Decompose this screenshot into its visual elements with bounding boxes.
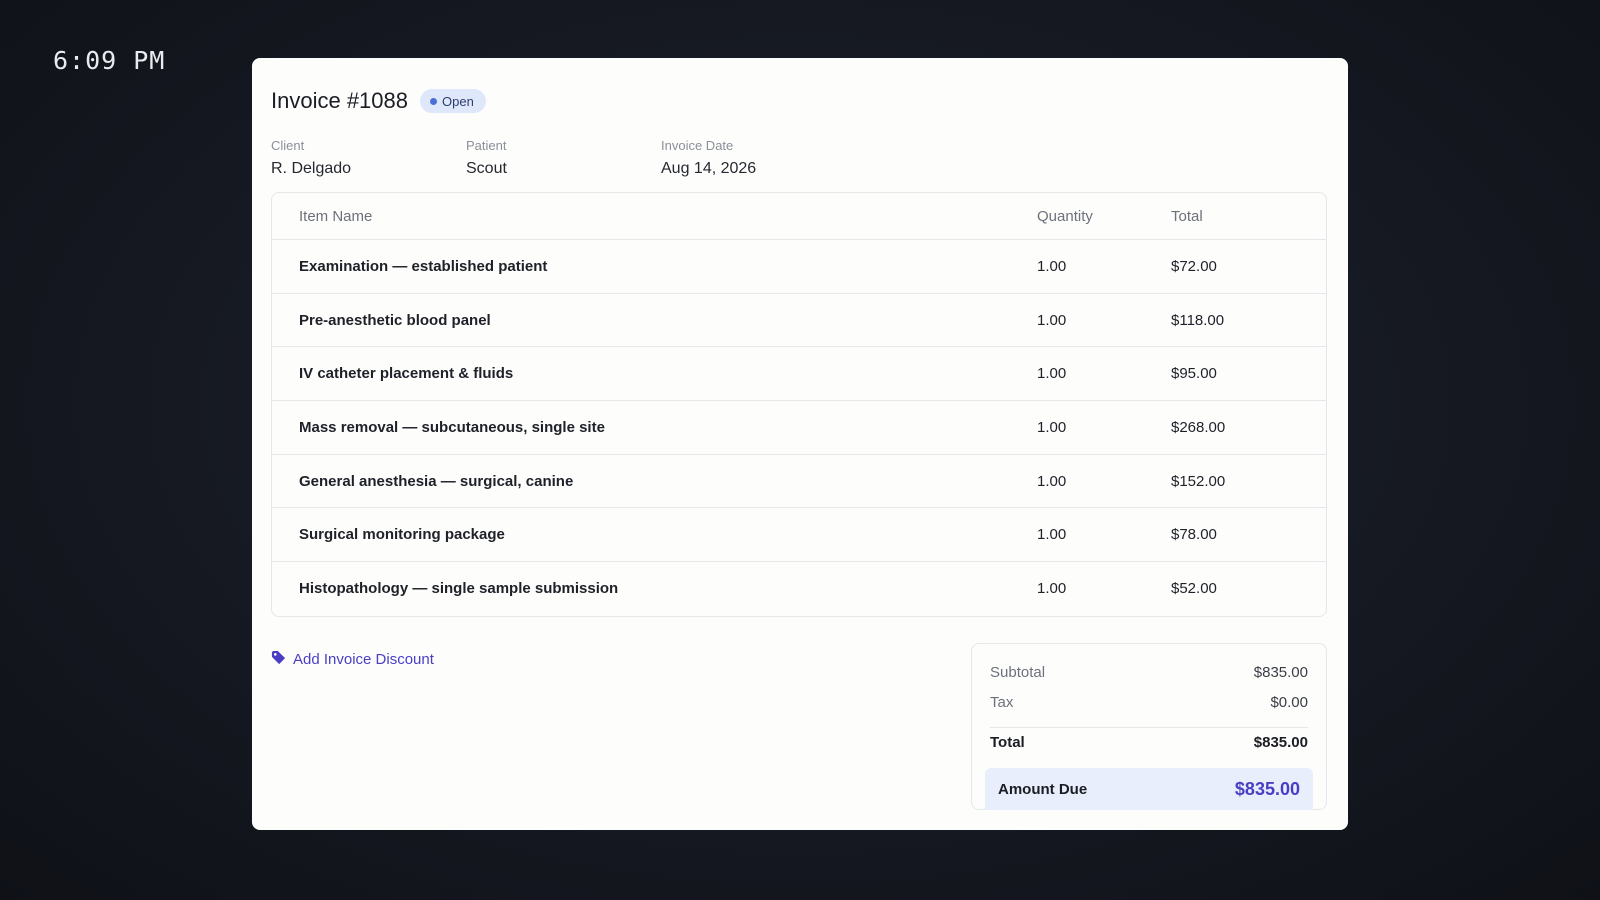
- add-invoice-discount-link[interactable]: Add Invoice Discount: [271, 650, 434, 669]
- item-quantity: 1.00: [1037, 365, 1067, 383]
- tax-value: $0.00: [1270, 694, 1308, 711]
- table-row[interactable]: Mass removal — subcutaneous, single site…: [272, 401, 1326, 455]
- item-total: $118.00: [1171, 311, 1225, 329]
- status-dot-icon: [430, 97, 437, 105]
- invoice-card: Invoice #1088 Open Client R. Delgado Pat…: [252, 58, 1348, 830]
- tag-icon: [271, 650, 293, 669]
- patient-value: Scout: [466, 160, 507, 177]
- item-quantity: 1.00: [1037, 257, 1067, 275]
- summary-divider: [990, 727, 1308, 728]
- item-name: General anesthesia — surgical, canine: [299, 472, 574, 490]
- table-row[interactable]: IV catheter placement & fluids 1.00 $95.…: [272, 347, 1326, 402]
- clock: 6:09 PM: [53, 46, 166, 75]
- line-items-table: Item Name Quantity Total Examination — e…: [271, 192, 1327, 617]
- item-total: $152.00: [1171, 472, 1226, 490]
- table-row[interactable]: Surgical monitoring package 1.00 $78.00: [272, 508, 1326, 563]
- table-row[interactable]: General anesthesia — surgical, canine 1.…: [272, 455, 1326, 509]
- column-header-item-name: Item Name: [299, 207, 373, 225]
- totals-summary: Subtotal $835.00 Tax $0.00 Total $835.00…: [971, 643, 1327, 810]
- tax-label: Tax: [990, 694, 1014, 711]
- table-row[interactable]: Examination — established patient 1.00 $…: [272, 240, 1326, 294]
- item-total: $72.00: [1171, 257, 1217, 275]
- amount-due-value: $835.00: [1234, 778, 1300, 799]
- item-total: $268.00: [1171, 418, 1226, 436]
- item-name: Pre-anesthetic blood panel: [299, 311, 491, 329]
- table-header: Item Name Quantity Total: [272, 193, 1326, 240]
- add-invoice-discount-label: Add Invoice Discount: [293, 651, 434, 668]
- item-quantity: 1.00: [1037, 580, 1067, 598]
- invoice-date-label: Invoice Date: [661, 138, 734, 153]
- item-name: Histopathology — single sample submissio…: [299, 580, 619, 598]
- item-quantity: 1.00: [1037, 472, 1067, 490]
- client-value: R. Delgado: [271, 160, 352, 177]
- item-quantity: 1.00: [1037, 526, 1067, 544]
- column-header-quantity: Quantity: [1037, 207, 1093, 225]
- status-badge: Open: [420, 89, 486, 113]
- total-label: Total: [990, 734, 1025, 751]
- patient-label: Patient: [466, 138, 507, 153]
- item-name: Examination — established patient: [299, 257, 548, 275]
- subtotal-label: Subtotal: [990, 664, 1046, 681]
- tax-row: Tax $0.00: [990, 694, 1308, 711]
- total-value: $835.00: [1253, 734, 1308, 751]
- invoice-date-info: Invoice Date Aug 14, 2026: [661, 138, 756, 178]
- patient-info: Patient Scout: [466, 138, 507, 178]
- item-total: $78.00: [1171, 526, 1217, 544]
- subtotal-value: $835.00: [1253, 664, 1308, 681]
- client-info: Client R. Delgado: [271, 138, 351, 178]
- invoice-title: Invoice #1088: [271, 88, 408, 113]
- table-row[interactable]: Histopathology — single sample submissio…: [272, 562, 1326, 616]
- status-label: Open: [442, 93, 474, 109]
- item-name: Surgical monitoring package: [299, 526, 505, 544]
- item-name: Mass removal — subcutaneous, single site: [299, 418, 605, 436]
- item-name: IV catheter placement & fluids: [299, 365, 514, 383]
- invoice-header: Invoice #1088 Open: [271, 88, 486, 114]
- subtotal-row: Subtotal $835.00: [990, 664, 1308, 681]
- amount-due-row: Amount Due $835.00: [985, 768, 1313, 810]
- client-label: Client: [271, 138, 305, 153]
- table-row[interactable]: Pre-anesthetic blood panel 1.00 $118.00: [272, 294, 1326, 348]
- item-quantity: 1.00: [1037, 311, 1067, 329]
- item-total: $52.00: [1171, 580, 1217, 598]
- invoice-date-value: Aug 14, 2026: [661, 160, 757, 177]
- column-header-total: Total: [1171, 207, 1203, 225]
- total-row: Total $835.00: [990, 734, 1308, 751]
- amount-due-label: Amount Due: [998, 780, 1088, 798]
- item-total: $95.00: [1171, 365, 1217, 383]
- item-quantity: 1.00: [1037, 418, 1067, 436]
